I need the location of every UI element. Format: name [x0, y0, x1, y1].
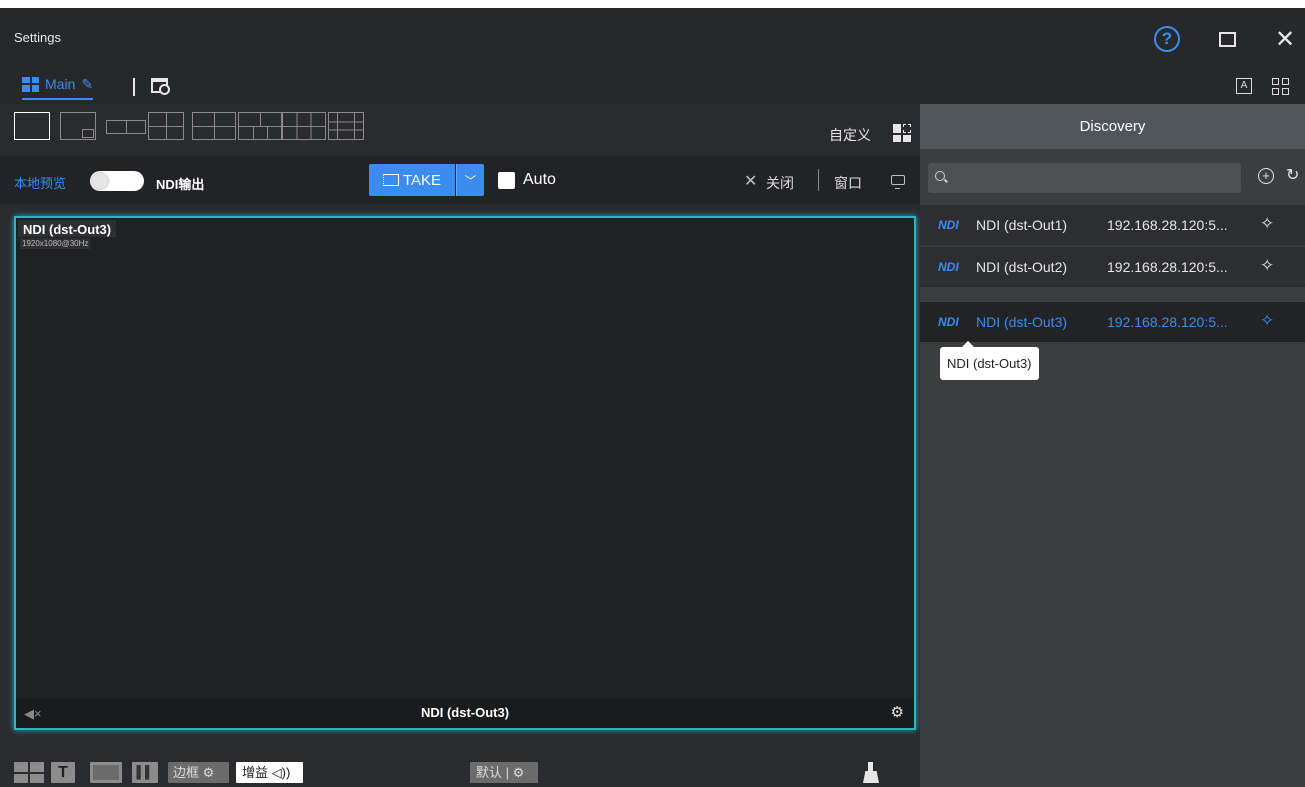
- custom-layout-label[interactable]: 自定义: [829, 125, 871, 145]
- source-ip: 192.168.28.120:5...: [1107, 217, 1228, 233]
- frame-icon[interactable]: [90, 762, 122, 783]
- take-dropdown-button[interactable]: ﹀: [456, 164, 484, 196]
- edit-tab-icon[interactable]: ✎: [81, 76, 93, 93]
- gear-icon[interactable]: ⚙: [891, 703, 904, 721]
- tab-bar: Main ✎ A: [0, 64, 1305, 104]
- take-label: TAKE: [402, 171, 442, 189]
- discovery-panel: Discovery + ↻ NDI NDI (dst-Out1) 192.168…: [920, 104, 1305, 787]
- font-icon[interactable]: A: [1236, 78, 1252, 94]
- close-button[interactable]: 关闭: [766, 173, 794, 193]
- layout-quad[interactable]: [148, 112, 184, 140]
- grid-icon: [22, 76, 39, 92]
- source-list-item-selected[interactable]: NDI NDI (dst-Out3) 192.168.28.120:5... ✧: [920, 302, 1305, 342]
- speaker-icon: ◁)): [271, 765, 291, 780]
- refresh-icon[interactable]: ↻: [1286, 165, 1299, 185]
- auto-label: Auto: [523, 171, 556, 188]
- custom-layout-icon[interactable]: [893, 124, 911, 142]
- source-name: NDI (dst-Out2): [976, 259, 1068, 275]
- layout-pip[interactable]: [60, 112, 96, 140]
- local-preview-toggle[interactable]: [90, 171, 144, 191]
- source-tooltip: NDI (dst-Out3): [940, 341, 1039, 380]
- default-label: 默认: [476, 765, 503, 780]
- cast-icon: [382, 174, 399, 186]
- layout-toolbar: [0, 104, 920, 148]
- tab-divider: [133, 78, 135, 96]
- layout-one-plus-two[interactable]: [192, 112, 236, 140]
- help-button[interactable]: ?: [1152, 24, 1182, 54]
- ndi-tag: NDI: [938, 260, 959, 274]
- add-tab-icon[interactable]: [151, 78, 170, 95]
- app-window: Settings ? ✕ Main ✎ A 自定义 本地预览 NDI输出 TAK…: [0, 8, 1305, 787]
- layout-six[interactable]: [282, 112, 326, 140]
- ndi-output-label: NDI输出: [156, 177, 205, 192]
- ndi-tag: NDI: [938, 218, 959, 232]
- close-x-icon[interactable]: ✕: [744, 171, 757, 191]
- close-window-button[interactable]: ✕: [1270, 24, 1300, 54]
- source-ip: 192.168.28.120:5...: [1107, 314, 1228, 330]
- chevron-down-icon: ﹀: [464, 173, 477, 188]
- title-bar: Settings ? ✕: [0, 8, 1305, 64]
- pin-icon[interactable]: ✧: [1260, 256, 1274, 276]
- add-source-icon[interactable]: +: [1258, 168, 1274, 184]
- source-ip: 192.168.28.120:5...: [1107, 259, 1228, 275]
- text-icon[interactable]: T: [51, 762, 75, 783]
- clean-brush-icon[interactable]: [862, 762, 880, 784]
- preview-resolution: 1920x1080@30Hz: [20, 238, 91, 249]
- layout-side-by-side[interactable]: [106, 120, 146, 134]
- border-button[interactable]: 边框 ⚙: [168, 762, 229, 783]
- preview-footer: ◀× NDI (dst-Out3) ⚙: [16, 698, 914, 728]
- source-list-item[interactable]: NDI NDI (dst-Out1) 192.168.28.120:5... ✧: [920, 205, 1305, 245]
- preview-source-name: NDI (dst-Out3): [18, 220, 117, 237]
- border-label: 边框: [173, 765, 200, 780]
- local-preview-label: 本地预览: [14, 176, 67, 191]
- preview-footer-name: NDI (dst-Out3): [420, 705, 510, 720]
- maximize-icon: [1218, 31, 1236, 47]
- layout-pyramid[interactable]: [238, 112, 282, 140]
- source-name: NDI (dst-Out1): [976, 217, 1068, 233]
- pin-icon[interactable]: ✧: [1260, 214, 1274, 234]
- bottom-toolbar: T ▌▌ 边框 ⚙ 增益 ◁)) 默认 | ⚙: [0, 752, 920, 787]
- tab-main-label: Main: [45, 76, 76, 92]
- maximize-button[interactable]: [1212, 24, 1242, 54]
- grid-view-icon[interactable]: [14, 762, 44, 783]
- help-icon: ?: [1154, 26, 1180, 52]
- monitor-icon[interactable]: [891, 175, 905, 189]
- close-icon: ✕: [1274, 25, 1296, 53]
- pin-icon[interactable]: ✧: [1260, 311, 1274, 331]
- window-button[interactable]: 窗口: [834, 173, 862, 193]
- control-row: 本地预览 NDI输出 TAKE ﹀ Auto ✕ 关闭 窗口: [0, 156, 920, 204]
- auto-checkbox[interactable]: [498, 172, 515, 189]
- source-list-item[interactable]: NDI NDI (dst-Out2) 192.168.28.120:5... ✧: [920, 247, 1305, 287]
- search-icon: [935, 171, 945, 181]
- discovery-search-input[interactable]: [928, 163, 1241, 193]
- border-gear-icon: ⚙: [202, 765, 215, 780]
- source-name: NDI (dst-Out3): [976, 314, 1068, 330]
- discovery-title: Discovery: [920, 104, 1305, 149]
- default-gear-icon: ⚙: [512, 765, 525, 780]
- window-title: Settings: [14, 30, 61, 45]
- tab-main[interactable]: Main ✎: [22, 72, 94, 100]
- default-button[interactable]: 默认 | ⚙: [470, 762, 538, 783]
- gain-button[interactable]: 增益 ◁)): [236, 762, 303, 783]
- qr-code-icon[interactable]: [1272, 78, 1289, 95]
- ndi-tag: NDI: [938, 315, 959, 329]
- take-button[interactable]: TAKE: [369, 164, 455, 196]
- layout-single[interactable]: [14, 112, 50, 140]
- gain-label: 增益: [242, 765, 269, 780]
- audio-meter-icon[interactable]: ▌▌: [132, 762, 158, 783]
- control-divider: [818, 169, 819, 191]
- layout-nine[interactable]: [328, 112, 364, 140]
- preview-window[interactable]: NDI (dst-Out3) 1920x1080@30Hz ◀× NDI (ds…: [14, 216, 916, 730]
